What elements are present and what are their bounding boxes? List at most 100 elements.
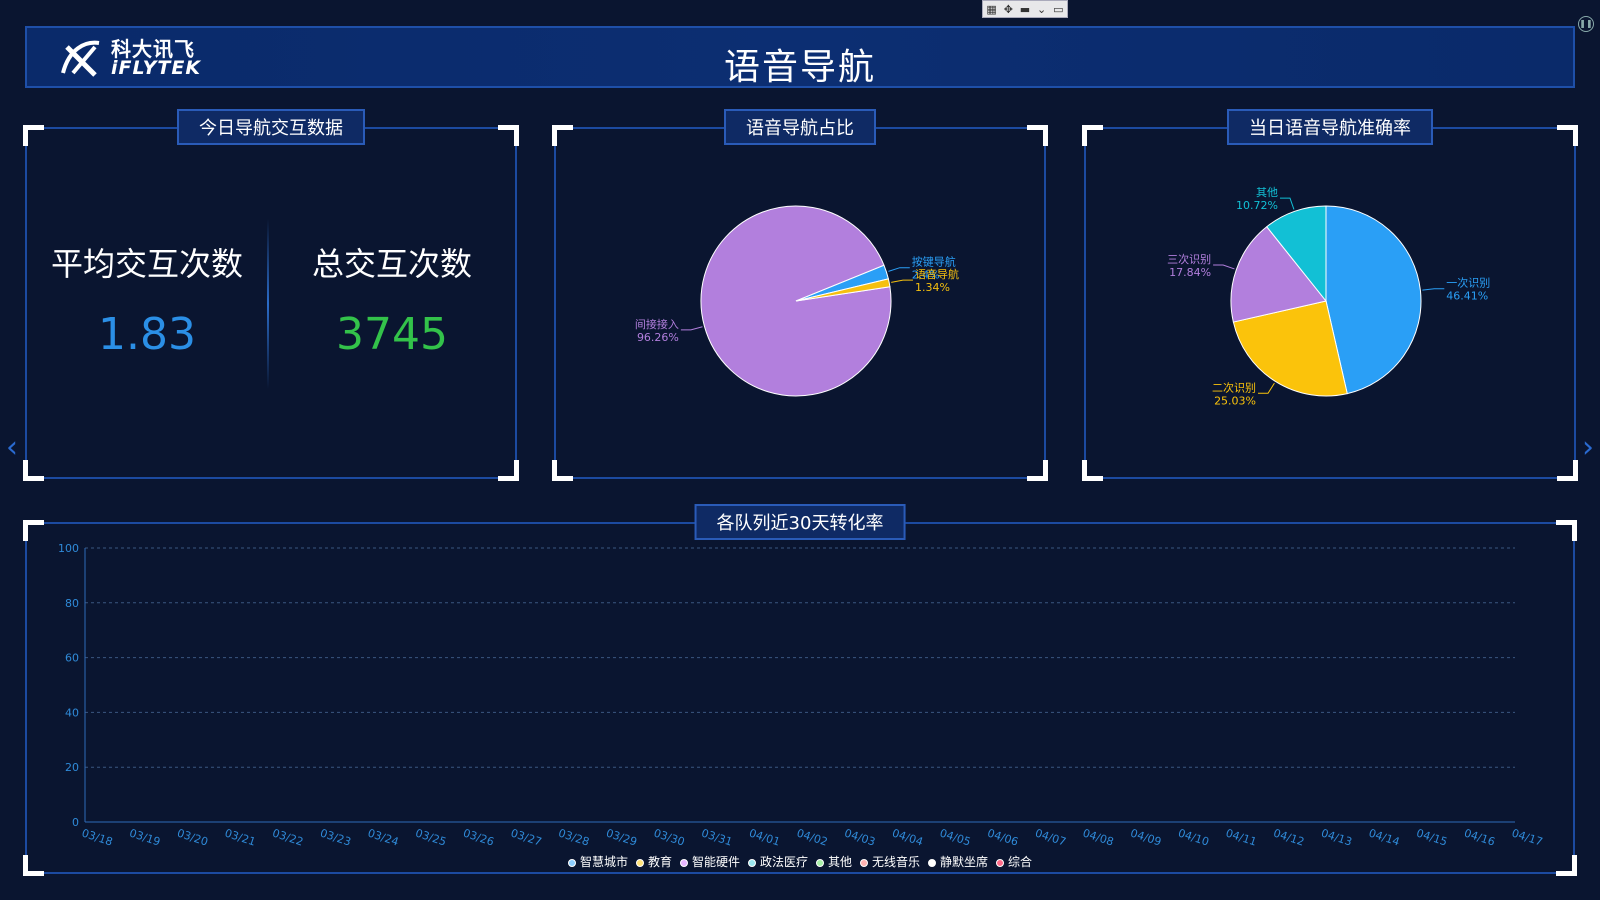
legend-dot: [679, 858, 688, 867]
x-tick-label: 04/04: [890, 826, 924, 848]
pie-leader-line: [680, 326, 703, 331]
pie-leader-line: [891, 279, 913, 283]
pie-leader-line: [1258, 382, 1275, 394]
legend-label: 无线音乐: [872, 855, 921, 869]
legend-item[interactable]: 智慧城市: [567, 853, 628, 870]
pie-label-name: 三次识别: [1167, 252, 1211, 266]
legend-item[interactable]: 智能硬件: [679, 853, 740, 870]
x-tick-label: 04/13: [1319, 826, 1353, 848]
corner-decoration: [23, 125, 44, 146]
panel-title: 今日导航交互数据: [177, 109, 365, 145]
legend-label: 静默坐席: [940, 855, 989, 869]
pie-leader-line: [1279, 197, 1295, 210]
y-tick-label: 0: [72, 816, 79, 829]
legend-dot: [635, 858, 644, 867]
pause-icon[interactable]: ❚❚: [1578, 16, 1594, 32]
y-tick-label: 60: [65, 652, 79, 665]
pie-leader-line: [888, 267, 910, 272]
next-arrow-icon[interactable]: ›: [1582, 430, 1594, 465]
pie-label-name: 一次识别: [1446, 276, 1490, 290]
pie-label-percent: 1.34%: [915, 281, 950, 294]
x-tick-label: 04/14: [1367, 826, 1401, 848]
y-tick-label: 40: [65, 706, 79, 719]
shrink-icon[interactable]: ✥: [1004, 3, 1013, 16]
stat-value: 3745: [336, 309, 448, 360]
legend-dot: [928, 858, 937, 867]
x-tick-label: 04/12: [1272, 826, 1306, 848]
stat-label: 总交互次数: [311, 245, 472, 283]
avg-interaction-stat: 平均交互次数 1.83: [37, 239, 257, 360]
x-tick-label: 03/20: [175, 826, 209, 848]
total-interaction-stat: 总交互次数 3745: [282, 239, 502, 360]
x-tick-label: 03/23: [318, 826, 352, 848]
pie-label-name: 其他: [1256, 186, 1278, 199]
x-tick-label: 03/26: [461, 826, 495, 848]
corner-decoration: [498, 460, 519, 481]
y-tick-label: 100: [58, 542, 79, 555]
legend-label: 智能硬件: [691, 855, 740, 869]
chart-legend[interactable]: 智慧城市 教育 智能硬件 政法医疗 其他 无线音乐 静默坐席 综合: [27, 853, 1573, 870]
pie-label-percent: 46.41%: [1446, 290, 1488, 303]
interaction-stats-panel: 今日导航交互数据 平均交互次数 1.83 总交互次数 3745: [23, 109, 519, 481]
prev-arrow-icon[interactable]: ‹: [6, 430, 18, 465]
minimize-icon[interactable]: ▬: [1020, 3, 1030, 16]
legend-dot: [996, 858, 1005, 867]
x-tick-label: 03/24: [366, 826, 400, 848]
x-tick-label: 04/08: [1081, 826, 1115, 848]
pie-leader-line: [1213, 264, 1235, 270]
x-tick-label: 03/19: [128, 826, 162, 848]
x-tick-label: 03/25: [414, 826, 448, 848]
x-tick-label: 03/29: [604, 826, 638, 848]
x-tick-label: 03/27: [509, 826, 543, 848]
x-tick-label: 03/22: [271, 826, 305, 848]
legend-label: 智慧城市: [579, 855, 628, 869]
legend-label: 教育: [647, 855, 672, 869]
pie-label-percent: 96.26%: [637, 331, 679, 344]
legend-item[interactable]: 无线音乐: [860, 853, 920, 870]
accuracy-pie: 一次识别46.41% 二次识别25.03% 三次识别17.84% 其他10.72%: [1167, 186, 1490, 407]
x-tick-label: 04/06: [986, 826, 1020, 848]
pie-label-percent: 10.72%: [1236, 199, 1278, 212]
legend-dot: [567, 858, 576, 867]
pie-label-name: 二次识别: [1212, 380, 1256, 394]
voice-nav-share-panel: 语音导航占比 间接接入 96.26% 按键导航 2.4% 语音导航 1.34%: [552, 109, 1048, 481]
legend-item[interactable]: 其他: [816, 853, 852, 870]
x-tick-label: 03/28: [557, 826, 591, 848]
stat-label: 平均交互次数: [50, 245, 243, 283]
x-tick-label: 04/17: [1510, 826, 1544, 848]
pie-label-percent: 25.03%: [1214, 394, 1256, 407]
legend-label: 综合: [1008, 855, 1033, 869]
x-tick-label: 04/16: [1462, 826, 1496, 848]
x-tick-label: 04/01: [747, 826, 781, 848]
legend-item[interactable]: 综合: [996, 853, 1032, 870]
legend-label: 政法医疗: [759, 855, 808, 869]
x-tick-label: 04/07: [1033, 826, 1067, 848]
legend-item[interactable]: 静默坐席: [928, 853, 988, 870]
legend-item[interactable]: 教育: [635, 853, 672, 870]
corner-decoration: [498, 125, 519, 146]
y-tick-label: 20: [65, 761, 79, 774]
chevron-down-icon[interactable]: ⌄: [1037, 3, 1046, 16]
pie-label-name: 按键导航: [912, 255, 956, 269]
corner-decoration: [23, 460, 44, 481]
floating-toolbar[interactable]: ▦ ✥ ▬ ⌄ ▭: [982, 0, 1068, 18]
legend-label: 其他: [828, 855, 853, 869]
y-tick-label: 80: [65, 597, 79, 610]
legend-item[interactable]: 政法医疗: [747, 853, 808, 870]
divider: [267, 219, 269, 389]
grid-icon[interactable]: ▦: [986, 3, 996, 16]
x-tick-label: 04/11: [1224, 826, 1258, 848]
x-tick-label: 03/18: [80, 826, 114, 848]
x-tick-label: 04/05: [938, 826, 972, 848]
accuracy-panel: 当日语音导航准确率 一次识别 46.41% 二次识别 25.03% 三次识别 17.84%…: [1082, 109, 1578, 481]
x-tick-label: 03/31: [700, 826, 734, 848]
x-tick-label: 03/21: [223, 826, 257, 848]
header-bar: 科大讯飞 iFLYTEK 语音导航: [25, 26, 1575, 88]
x-tick-label: 04/10: [1176, 826, 1210, 848]
legend-dot: [860, 858, 869, 867]
screen-icon[interactable]: ▭: [1053, 3, 1063, 16]
x-tick-label: 03/30: [652, 826, 686, 848]
conversion-rate-panel: 各队列近30天转化率 0 20 40 60 80 100 03/18 03/19 03/20 03…: [23, 504, 1577, 876]
x-tick-label: 04/03: [843, 826, 877, 848]
pie-label-percent: 17.84%: [1169, 266, 1211, 279]
